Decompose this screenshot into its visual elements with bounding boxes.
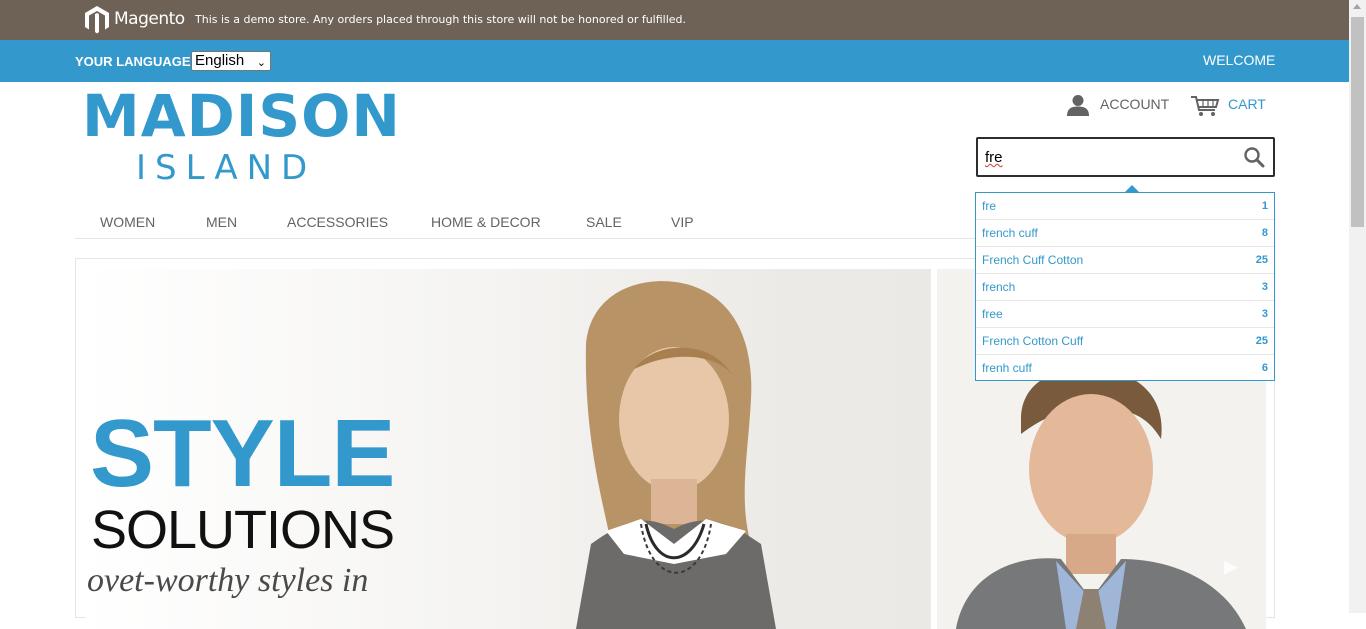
demo-notice-text: This is a demo store. Any orders placed … [195, 13, 687, 26]
page-scrollbar[interactable] [1349, 0, 1366, 613]
cart-icon [1191, 96, 1220, 116]
language-selected-value: English [195, 52, 245, 69]
autocomplete-item-label: French Cuff Cotton [982, 253, 1084, 267]
autocomplete-item-count: 25 [1255, 254, 1268, 266]
autocomplete-pointer [1125, 185, 1139, 192]
magento-icon [85, 6, 109, 34]
autocomplete-item-label: frenh cuff [982, 361, 1032, 375]
nav-item-men[interactable]: MEN [206, 214, 237, 230]
hero-subheadline: SOLUTIONS [91, 500, 395, 560]
autocomplete-item[interactable]: French Cotton Cuff 25 [976, 328, 1274, 355]
nav-item-sale[interactable]: SALE [586, 214, 622, 230]
autocomplete-item[interactable]: french 3 [976, 274, 1274, 301]
autocomplete-item[interactable]: fre 1 [976, 193, 1274, 220]
chevron-down-icon: ⌄ [256, 57, 266, 69]
slide-next-arrow-icon[interactable]: ▸ [1224, 549, 1238, 582]
user-icon [1067, 95, 1089, 116]
language-label: YOUR LANGUAGE: [75, 54, 195, 69]
nav-item-women[interactable]: WOMEN [100, 214, 155, 230]
hero-headline: STYLE [90, 400, 395, 507]
autocomplete-item[interactable]: free 3 [976, 301, 1274, 328]
header-bar: YOUR LANGUAGE: English ⌄ WELCOME [0, 40, 1349, 82]
scrollbar-thumb[interactable] [1351, 17, 1364, 227]
autocomplete-item-count: 25 [1255, 335, 1268, 347]
autocomplete-item-count: 1 [1261, 200, 1268, 212]
search-input[interactable]: fre [976, 137, 1275, 177]
demo-notice-bar: Magento This is a demo store. Any orders… [0, 0, 1349, 40]
logo-sub-text[interactable]: ISLAND [136, 148, 316, 188]
autocomplete-item-label: french cuff [982, 226, 1038, 240]
autocomplete-item[interactable]: french cuff 8 [976, 220, 1274, 247]
cart-label: CART [1228, 96, 1266, 112]
autocomplete-item-label: free [982, 307, 1003, 321]
search-autocomplete: fre 1 french cuff 8 French Cuff Cotton 2… [975, 192, 1275, 381]
autocomplete-item-count: 3 [1261, 308, 1268, 320]
autocomplete-item-count: 6 [1261, 362, 1268, 374]
autocomplete-item-label: fre [982, 199, 997, 213]
autocomplete-item-count: 8 [1261, 227, 1268, 239]
nav-item-accessories[interactable]: ACCESSORIES [287, 214, 388, 230]
autocomplete-item[interactable]: French Cuff Cotton 25 [976, 247, 1274, 274]
main-navigation: WOMEN MEN ACCESSORIES HOME & DECOR SALE … [75, 204, 975, 239]
nav-item-home-decor[interactable]: HOME & DECOR [431, 214, 541, 230]
language-select[interactable]: English ⌄ [191, 51, 271, 71]
autocomplete-item-label: french [982, 280, 1016, 294]
hero-tagline: ovet-worthy styles in [87, 562, 369, 599]
autocomplete-item[interactable]: frenh cuff 6 [976, 355, 1274, 382]
magento-logo: Magento [84, 5, 192, 35]
welcome-message: WELCOME [1203, 52, 1276, 68]
magento-brand: Magento [114, 9, 185, 29]
nav-item-vip[interactable]: VIP [671, 214, 694, 230]
autocomplete-item-count: 3 [1261, 281, 1268, 293]
search-input-value: fre [985, 149, 1003, 166]
account-label: ACCOUNT [1100, 96, 1170, 112]
search-icon[interactable] [1243, 146, 1265, 168]
scroll-up-arrow-icon[interactable] [1353, 4, 1361, 9]
logo-main-text[interactable]: MADISON [82, 82, 401, 150]
autocomplete-item-label: French Cotton Cuff [982, 334, 1084, 348]
